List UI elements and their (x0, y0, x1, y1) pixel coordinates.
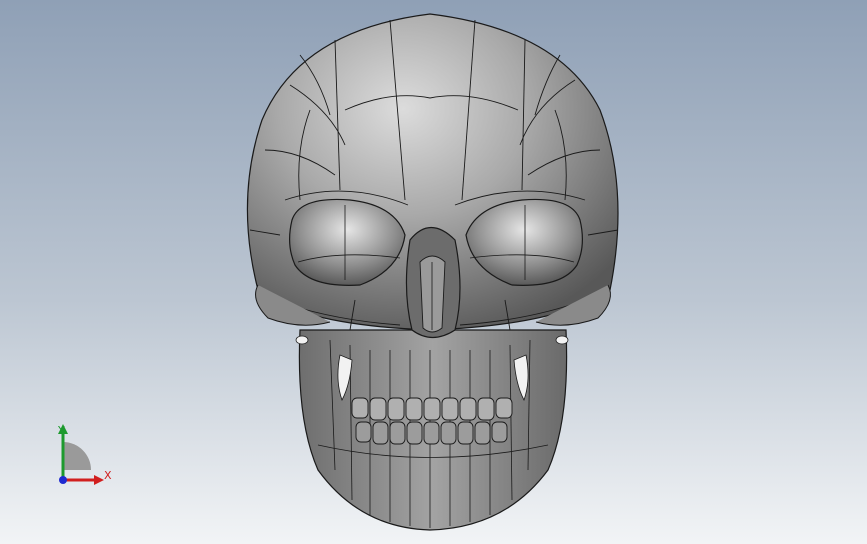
skull-model[interactable] (0, 0, 867, 544)
x-axis-label: X (104, 469, 112, 482)
upper-teeth (351, 397, 513, 421)
axis-triad (58, 424, 104, 485)
z-axis-dot (59, 476, 67, 484)
lower-teeth (355, 421, 508, 445)
y-axis-label: Y (58, 424, 65, 437)
graphics-viewport[interactable]: Y X (0, 0, 867, 544)
